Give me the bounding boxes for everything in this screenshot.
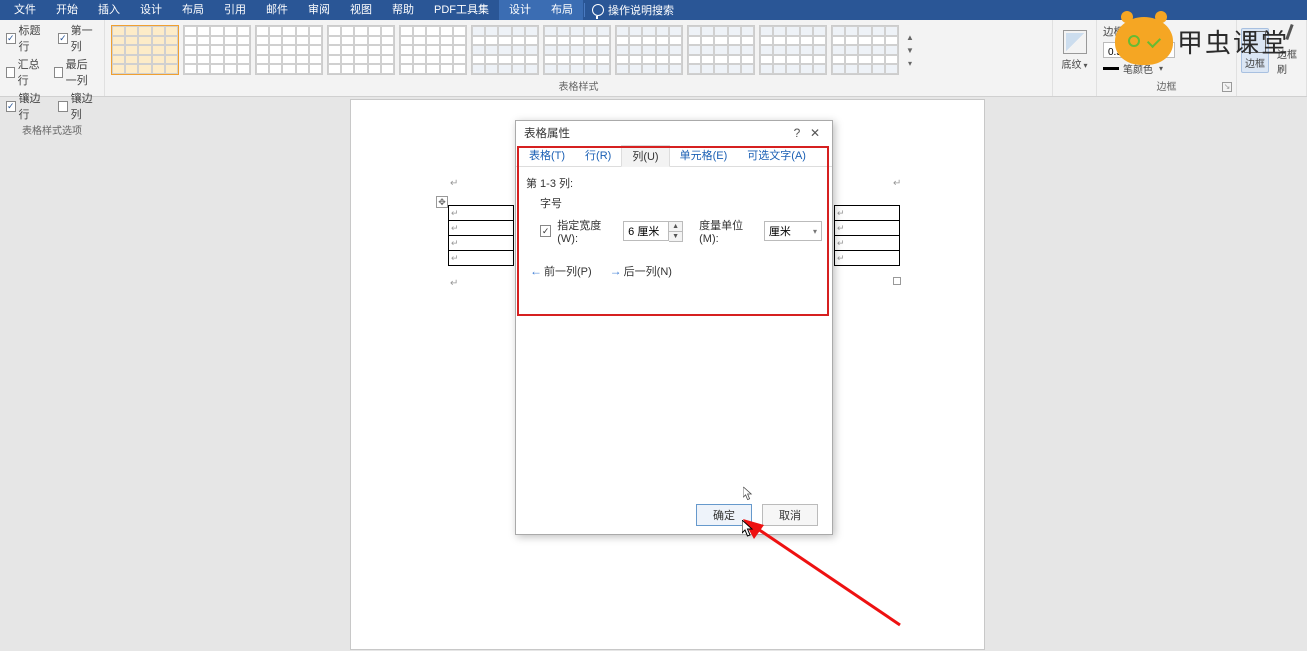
close-button[interactable]: ✕ bbox=[806, 126, 824, 140]
ribbon: 标题行 第一列 汇总行 最后一列 镶边行 镶边列 表格样式选项 ▲ ▼ ▾ 表格样式… bbox=[0, 20, 1307, 97]
lbl-header-row: 标题行 bbox=[19, 22, 46, 54]
next-col-button[interactable]: →后一列(N) bbox=[606, 261, 676, 281]
tab-mail[interactable]: 邮件 bbox=[256, 0, 298, 20]
search-label: 操作说明搜索 bbox=[608, 2, 674, 18]
chevron-down-icon[interactable]: ▾ bbox=[1083, 61, 1087, 70]
chk-banded-row[interactable] bbox=[6, 101, 16, 112]
dtab-row[interactable]: 行(R) bbox=[575, 145, 621, 166]
lbl-banded-row: 镶边行 bbox=[19, 90, 46, 122]
shading-label[interactable]: 底纹 bbox=[1061, 60, 1081, 71]
logo-face-icon bbox=[1115, 17, 1173, 65]
cursor-icon bbox=[742, 520, 754, 538]
dialog-tabs: 表格(T) 行(R) 列(U) 单元格(E) 可选文字(A) bbox=[516, 145, 832, 167]
help-button[interactable]: ? bbox=[788, 126, 806, 140]
width-spinner[interactable]: ▲▼ bbox=[623, 221, 683, 242]
group-label-borders: 边框 bbox=[1157, 82, 1177, 93]
group-label-table-styles: 表格样式 bbox=[559, 82, 599, 93]
table-style-thumb[interactable] bbox=[543, 25, 611, 75]
bulb-icon bbox=[592, 4, 604, 16]
size-heading: 字号 bbox=[540, 195, 822, 211]
chk-specify-width[interactable] bbox=[540, 225, 551, 237]
chk-first-col[interactable] bbox=[58, 33, 68, 44]
tab-separator bbox=[584, 3, 585, 17]
table-fragment-left: ↵↵↵↵ bbox=[448, 205, 514, 266]
cursor-icon bbox=[743, 487, 753, 501]
tab-design[interactable]: 设计 bbox=[130, 0, 172, 20]
dialog-launcher-icon[interactable]: ↘ bbox=[1222, 82, 1232, 92]
tell-me-search[interactable]: 操作说明搜索 bbox=[592, 2, 674, 18]
table-resize-handle[interactable] bbox=[893, 277, 901, 285]
tab-pdf[interactable]: PDF工具集 bbox=[424, 0, 499, 20]
chk-header-row[interactable] bbox=[6, 33, 16, 44]
tab-help[interactable]: 帮助 bbox=[382, 0, 424, 20]
style-gallery-scroll[interactable]: ▲ ▼ ▾ bbox=[903, 25, 917, 75]
table-fragment-right: ↵↵↵↵ bbox=[834, 205, 900, 266]
table-style-thumb[interactable] bbox=[759, 25, 827, 75]
tab-refs[interactable]: 引用 bbox=[214, 0, 256, 20]
tab-insert[interactable]: 插入 bbox=[88, 0, 130, 20]
tab-ctx-design[interactable]: 设计 bbox=[499, 0, 541, 20]
chevron-icon[interactable]: ▼ bbox=[906, 46, 914, 55]
group-label-style-options: 表格样式选项 bbox=[0, 124, 104, 140]
para-mark: ↵ bbox=[893, 178, 901, 189]
unit-label: 度量单位(M): bbox=[699, 217, 758, 245]
unit-select[interactable]: 厘米▾ bbox=[764, 221, 822, 241]
arrow-left-icon: ← bbox=[530, 264, 542, 278]
spin-down-icon[interactable]: ▼ bbox=[669, 232, 682, 241]
tab-view[interactable]: 视图 bbox=[340, 0, 382, 20]
dtab-col[interactable]: 列(U) bbox=[621, 145, 669, 167]
tab-layout[interactable]: 布局 bbox=[172, 0, 214, 20]
lbl-total-row: 汇总行 bbox=[18, 56, 42, 88]
group-shading: 底纹▾ bbox=[1053, 20, 1097, 96]
menu-tabbar: 文件 开始 插入 设计 布局 引用 邮件 审阅 视图 帮助 PDF工具集 设计 … bbox=[0, 0, 1307, 20]
dtab-alt[interactable]: 可选文字(A) bbox=[737, 145, 816, 166]
dtab-table[interactable]: 表格(T) bbox=[519, 145, 575, 166]
group-style-options: 标题行 第一列 汇总行 最后一列 镶边行 镶边列 表格样式选项 bbox=[0, 20, 105, 96]
tab-review[interactable]: 审阅 bbox=[298, 0, 340, 20]
chevron-icon[interactable]: ▲ bbox=[906, 33, 914, 42]
spin-up-icon[interactable]: ▲ bbox=[669, 222, 682, 232]
chk-banded-col[interactable] bbox=[58, 101, 67, 112]
width-input[interactable] bbox=[623, 221, 669, 241]
table-style-thumb[interactable] bbox=[111, 25, 179, 75]
lbl-last-col: 最后一列 bbox=[66, 56, 98, 88]
table-style-thumb[interactable] bbox=[327, 25, 395, 75]
pen-color-swatch bbox=[1103, 67, 1119, 70]
dialog-title-text: 表格属性 bbox=[524, 125, 570, 141]
para-mark: ↵ bbox=[450, 278, 458, 289]
tab-ctx-layout[interactable]: 布局 bbox=[541, 0, 583, 20]
table-style-thumb[interactable] bbox=[399, 25, 467, 75]
col-range-label: 第 1-3 列: bbox=[526, 175, 822, 191]
width-label: 指定宽度(W): bbox=[557, 217, 617, 245]
group-table-styles: ▲ ▼ ▾ 表格样式 bbox=[105, 20, 1053, 96]
arrow-right-icon: → bbox=[610, 264, 622, 278]
dtab-cell[interactable]: 单元格(E) bbox=[670, 145, 738, 166]
annotation-arrow bbox=[740, 515, 910, 630]
tab-file[interactable]: 文件 bbox=[4, 0, 46, 20]
chevron-down-icon: ▾ bbox=[813, 227, 817, 236]
dialog-body: 第 1-3 列: 字号 指定宽度(W): ▲▼ 度量单位(M): 厘米▾ ←前一… bbox=[516, 167, 832, 495]
chk-last-col[interactable] bbox=[54, 67, 63, 78]
shading-icon[interactable] bbox=[1063, 30, 1087, 54]
chevron-icon[interactable]: ▾ bbox=[908, 59, 912, 68]
table-style-thumb[interactable] bbox=[615, 25, 683, 75]
table-style-thumb[interactable] bbox=[687, 25, 755, 75]
dialog-titlebar[interactable]: 表格属性 ? ✕ bbox=[516, 121, 832, 145]
lbl-first-col: 第一列 bbox=[71, 22, 98, 54]
para-mark: ↵ bbox=[450, 178, 458, 189]
table-style-thumb[interactable] bbox=[183, 25, 251, 75]
table-move-handle[interactable]: ✥ bbox=[436, 196, 448, 208]
watermark-logo: 甲虫课堂 bbox=[1115, 17, 1289, 65]
tab-home[interactable]: 开始 bbox=[46, 0, 88, 20]
prev-col-button[interactable]: ←前一列(P) bbox=[526, 261, 596, 281]
lbl-banded-col: 镶边列 bbox=[71, 90, 98, 122]
table-properties-dialog: 表格属性 ? ✕ 表格(T) 行(R) 列(U) 单元格(E) 可选文字(A) … bbox=[515, 120, 833, 535]
chevron-down-icon: ▾ bbox=[1159, 64, 1163, 73]
chk-total-row[interactable] bbox=[6, 67, 15, 78]
table-style-thumb[interactable] bbox=[255, 25, 323, 75]
logo-text: 甲虫课堂 bbox=[1177, 23, 1289, 60]
table-style-thumb[interactable] bbox=[831, 25, 899, 75]
table-style-thumb[interactable] bbox=[471, 25, 539, 75]
